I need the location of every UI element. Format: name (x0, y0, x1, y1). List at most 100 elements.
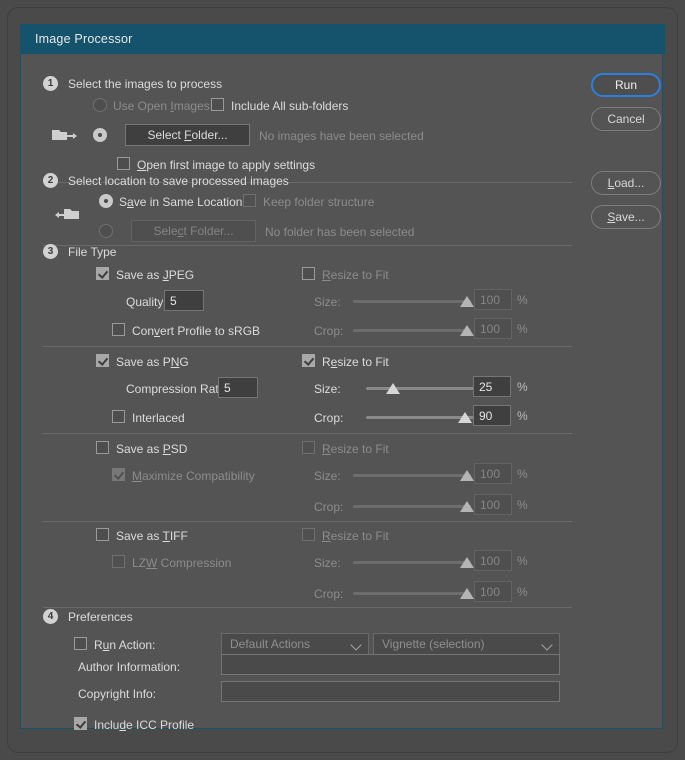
slider-png-size-thumb[interactable] (386, 383, 400, 394)
input-jpeg-quality[interactable]: 5 (164, 290, 204, 311)
section-2-heading: Select location to save processed images (68, 174, 289, 188)
label-author-information: Author Information: (78, 660, 181, 674)
checkbox-run-action[interactable] (74, 637, 87, 650)
input-psd-size[interactable]: 100 (474, 463, 512, 484)
slider-psd-crop[interactable] (353, 499, 474, 513)
checkbox-jpeg-resize-to-fit[interactable] (302, 267, 315, 280)
checkbox-png-interlaced[interactable] (112, 410, 125, 423)
dropdown-action-name[interactable]: Vignette (selection) (373, 633, 560, 655)
label-include-icc-profile: Include ICC Profile (94, 718, 195, 732)
label-png-resize-to-fit: Resize to Fit (322, 355, 389, 369)
label-png-crop-percent: % (517, 409, 528, 423)
checkbox-tiff-resize-to-fit[interactable] (302, 528, 315, 541)
slider-tiff-crop[interactable] (353, 586, 474, 600)
input-tiff-crop[interactable]: 100 (474, 581, 512, 602)
dropdown-action-set[interactable]: Default Actions (221, 633, 369, 655)
label-psd-crop-percent: % (517, 498, 528, 512)
slider-psd-size-thumb[interactable] (460, 470, 474, 481)
slider-png-crop[interactable] (366, 410, 476, 424)
save-settings-button[interactable]: Save... (591, 205, 661, 229)
label-save-same-location: Save in Same Location (119, 195, 243, 209)
input-author-information[interactable] (221, 654, 560, 675)
slider-psd-size[interactable] (353, 468, 474, 482)
label-tiff-crop-percent: % (517, 585, 528, 599)
checkbox-png-resize-to-fit[interactable] (302, 354, 315, 367)
image-processor-window: Image Processor Run Cancel Load... Save.… (8, 8, 677, 752)
slider-png-crop-thumb[interactable] (458, 412, 472, 423)
run-button[interactable]: Run (591, 73, 661, 97)
section-4-heading: Preferences (68, 610, 133, 624)
input-jpeg-size[interactable]: 100 (474, 289, 512, 310)
checkbox-include-subfolders[interactable] (211, 98, 224, 111)
select-folder-button-source[interactable]: Select Folder... (125, 124, 250, 146)
input-tiff-size[interactable]: 100 (474, 550, 512, 571)
input-png-crop[interactable]: 90 (473, 405, 511, 426)
slider-tiff-size-track (353, 561, 471, 564)
radio-select-folder[interactable] (93, 128, 107, 142)
folder-out-icon (51, 126, 77, 144)
label-png-size: Size: (314, 382, 341, 396)
label-save-as-psd: Save as PSD (116, 442, 188, 456)
slider-jpeg-crop-track (353, 329, 471, 332)
slider-psd-crop-track (353, 505, 471, 508)
label-maximize-compatibility: Maximize Compatibility (132, 469, 255, 483)
label-jpeg-size-percent: % (517, 293, 528, 307)
destination-folder-status: No folder has been selected (265, 225, 415, 239)
load-button-label-rest: oad... (614, 176, 645, 190)
input-psd-crop[interactable]: 100 (474, 494, 512, 515)
divider-jpeg (43, 346, 572, 347)
divider-tiff (43, 607, 572, 608)
checkbox-save-as-png[interactable] (96, 354, 109, 367)
slider-jpeg-size[interactable] (353, 294, 474, 308)
label-tiff-size-percent: % (517, 554, 528, 568)
label-open-first-image: Open first image to apply settings (137, 158, 316, 172)
slider-psd-crop-thumb[interactable] (460, 501, 474, 512)
input-jpeg-crop[interactable]: 100 (474, 318, 512, 339)
label-save-as-png: Save as PNG (116, 355, 189, 369)
slider-png-size-track (366, 387, 476, 390)
slider-png-size[interactable] (366, 381, 476, 395)
input-png-size[interactable]: 25 (473, 376, 511, 397)
slider-jpeg-size-thumb[interactable] (460, 296, 474, 307)
radio-use-open-images[interactable] (93, 98, 107, 112)
checkbox-save-as-jpeg[interactable] (96, 267, 109, 280)
checkbox-save-as-psd[interactable] (96, 441, 109, 454)
cancel-button[interactable]: Cancel (591, 107, 661, 131)
load-button[interactable]: Load... (591, 171, 661, 195)
checkbox-save-as-tiff[interactable] (96, 528, 109, 541)
label-keep-folder-structure: Keep folder structure (263, 195, 375, 209)
label-lzw-compression: LZW Compression (132, 556, 232, 570)
chevron-down-icon (541, 639, 553, 651)
label-png-crop: Crop: (314, 411, 344, 425)
slider-tiff-size[interactable] (353, 555, 474, 569)
select-folder-button-destination[interactable]: Select Folder... (131, 220, 256, 242)
label-use-open-images: Use Open Images (113, 99, 210, 113)
slider-jpeg-crop-thumb[interactable] (460, 325, 474, 336)
label-png-compression: Compression Rate: (126, 382, 229, 396)
checkbox-psd-resize-to-fit[interactable] (302, 441, 315, 454)
checkbox-open-first-image[interactable] (117, 157, 130, 170)
checkbox-maximize-compatibility[interactable] (112, 468, 125, 481)
checkbox-convert-profile-srgb[interactable] (112, 323, 125, 336)
label-tiff-resize-to-fit: Resize to Fit (322, 529, 389, 543)
slider-psd-size-track (353, 474, 471, 477)
slider-jpeg-crop[interactable] (353, 323, 474, 337)
label-png-size-percent: % (517, 380, 528, 394)
radio-save-custom-folder[interactable] (99, 224, 113, 238)
checkbox-keep-folder-structure[interactable] (243, 194, 256, 207)
section-1-heading: Select the images to process (68, 77, 223, 91)
input-png-compression[interactable]: 5 (218, 377, 258, 398)
slider-tiff-size-thumb[interactable] (460, 557, 474, 568)
source-folder-status: No images have been selected (259, 129, 424, 143)
step-1-badge: 1 (43, 76, 58, 91)
label-include-subfolders: Include All sub-folders (231, 99, 349, 113)
input-copyright-info[interactable] (221, 681, 560, 702)
title-bar: Image Processor (20, 24, 665, 54)
slider-tiff-crop-thumb[interactable] (460, 588, 474, 599)
checkbox-lzw-compression[interactable] (112, 555, 125, 568)
label-jpeg-size: Size: (314, 295, 341, 309)
radio-save-same-location[interactable] (99, 194, 113, 208)
label-psd-resize-to-fit: Resize to Fit (322, 442, 389, 456)
checkbox-include-icc-profile[interactable] (74, 717, 87, 730)
label-psd-crop: Crop: (314, 500, 344, 514)
